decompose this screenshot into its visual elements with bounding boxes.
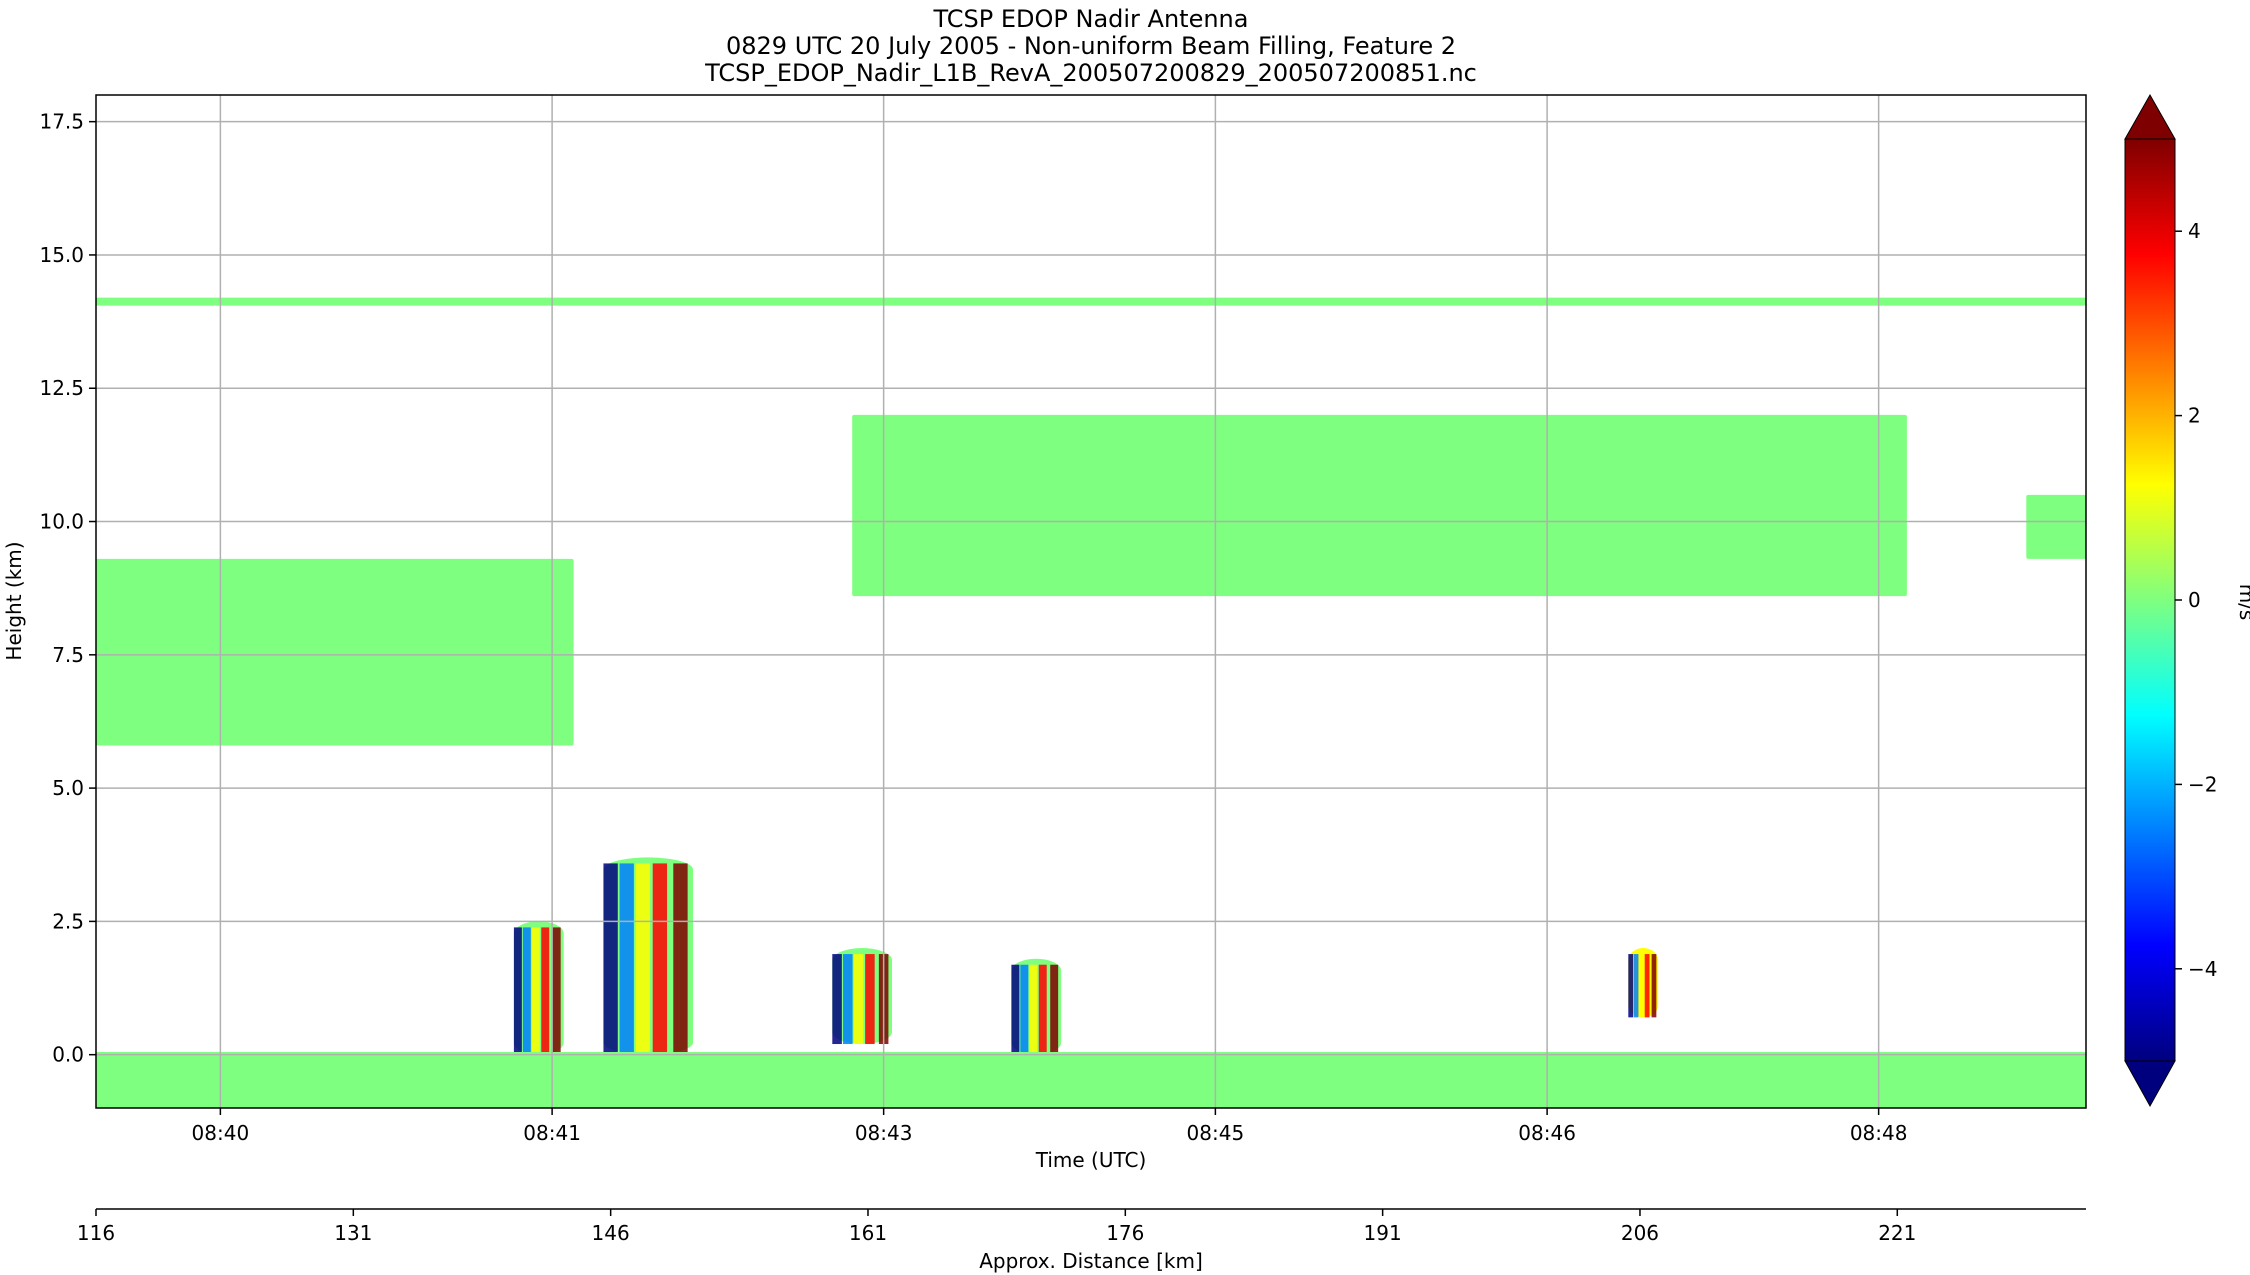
x-tick-label-3: 08:45: [1187, 1121, 1245, 1145]
feature-anvil-right: [852, 414, 1907, 597]
chart-title-line-2: 0829 UTC 20 July 2005 - Non-uniform Beam…: [726, 32, 1456, 60]
feature-cell-1-band-0: [513, 927, 522, 1055]
chart-title-line-3: TCSP_EDOP_Nadir_L1B_RevA_200507200829_20…: [704, 59, 1477, 87]
distance-tick-label-7: 221: [1878, 1221, 1916, 1245]
feature-cell-3-band-0: [832, 954, 842, 1045]
x-tick-label-5: 08:48: [1850, 1121, 1908, 1145]
y-tick-label-5: 12.5: [39, 376, 84, 400]
distance-axis-label: Approx. Distance [km]: [979, 1249, 1203, 1273]
figure: TCSP EDOP Nadir Antenna 0829 UTC 20 July…: [2, 5, 2250, 1273]
feature-cell-2-band-0: [603, 863, 618, 1055]
feature-cloud-far-right: [2026, 494, 2086, 559]
y-tick-label-6: 15.0: [39, 243, 84, 267]
feature-cell-5-band-4: [1651, 954, 1657, 1018]
x-axis: 08:40 08:41 08:43 08:45 08:46 08:48: [192, 1108, 1908, 1145]
feature-tropopause-layer: [96, 297, 2086, 306]
feature-cell-4-band-2: [1029, 964, 1038, 1055]
feature-cell-5-band-1: [1633, 954, 1639, 1018]
feature-cell-4-band-3: [1038, 964, 1047, 1055]
feature-cell-3-band-2: [853, 954, 864, 1045]
feature-cell-2-band-3: [652, 863, 668, 1055]
x-tick-label-1: 08:41: [523, 1121, 581, 1145]
x-tick-label-4: 08:46: [1518, 1121, 1576, 1145]
feature-cell-2-band-1: [619, 863, 634, 1055]
feature-cell-1-band-2: [531, 927, 540, 1055]
feature-surface-return: [96, 1052, 2086, 1108]
colorbar-max-extension: [2124, 93, 2176, 140]
feature-cell-4-band-1: [1020, 964, 1029, 1055]
colorbar-tick-label-2: 0: [2188, 588, 2201, 612]
feature-cell-3-band-1: [843, 954, 853, 1045]
feature-cell-2-band-4: [673, 863, 688, 1055]
feature-cell-1-band-1: [522, 927, 531, 1055]
feature-cell-5-band-2: [1639, 954, 1644, 1018]
distance-tick-label-3: 161: [849, 1221, 887, 1245]
feature-cell-3-band-3: [865, 954, 875, 1045]
y-axis: 0.0 2.5 5.0 7.5 10.0 12.5 15.0 17.5: [39, 110, 96, 1067]
distance-tick-label-6: 206: [1621, 1221, 1659, 1245]
y-axis-label: Height (km): [2, 541, 26, 660]
colorbar-axis: −4 −2 0 2 4: [2175, 219, 2217, 981]
feature-cell-4-band-0: [1011, 964, 1020, 1055]
y-tick-label-4: 10.0: [39, 510, 84, 534]
colorbar-tick-label-3: 2: [2188, 404, 2201, 428]
chart-title-line-1: TCSP EDOP Nadir Antenna: [933, 5, 1249, 33]
feature-cell-5-band-3: [1644, 954, 1650, 1018]
feature-cell-2-band-2: [635, 863, 651, 1055]
feature-cell-1-band-4: [552, 927, 561, 1055]
colorbar-tick-label-0: −4: [2188, 957, 2217, 981]
y-tick-label-1: 2.5: [52, 909, 84, 933]
feature-cell-1-band-3: [541, 927, 550, 1055]
y-tick-label-2: 5.0: [52, 776, 84, 800]
colorbar-tick-label-1: −2: [2188, 772, 2217, 796]
distance-tick-label-2: 146: [592, 1221, 630, 1245]
x-tick-label-2: 08:43: [855, 1121, 913, 1145]
distance-tick-label-0: 116: [77, 1221, 115, 1245]
colorbar-min-extension: [2124, 1060, 2176, 1108]
distance-tick-label-5: 191: [1364, 1221, 1402, 1245]
y-tick-label-0: 0.0: [52, 1043, 84, 1067]
y-tick-label-7: 17.5: [39, 110, 84, 134]
feature-cell-5-band-0: [1628, 954, 1634, 1018]
colorbar-tick-label-4: 4: [2188, 219, 2201, 243]
feature-cell-4-band-4: [1050, 964, 1059, 1055]
feature-anvil-left: [96, 558, 574, 746]
x-tick-label-0: 08:40: [192, 1121, 250, 1145]
distance-tick-label-4: 176: [1106, 1221, 1144, 1245]
colorbar: [2125, 139, 2175, 1061]
distance-tick-label-1: 131: [334, 1221, 372, 1245]
y-tick-label-3: 7.5: [52, 643, 84, 667]
colorbar-label: m/s: [2235, 584, 2250, 621]
distance-axis: 116 131 146 161 176 191 206 221: [77, 1209, 1916, 1245]
x-axis-label: Time (UTC): [1035, 1148, 1147, 1172]
